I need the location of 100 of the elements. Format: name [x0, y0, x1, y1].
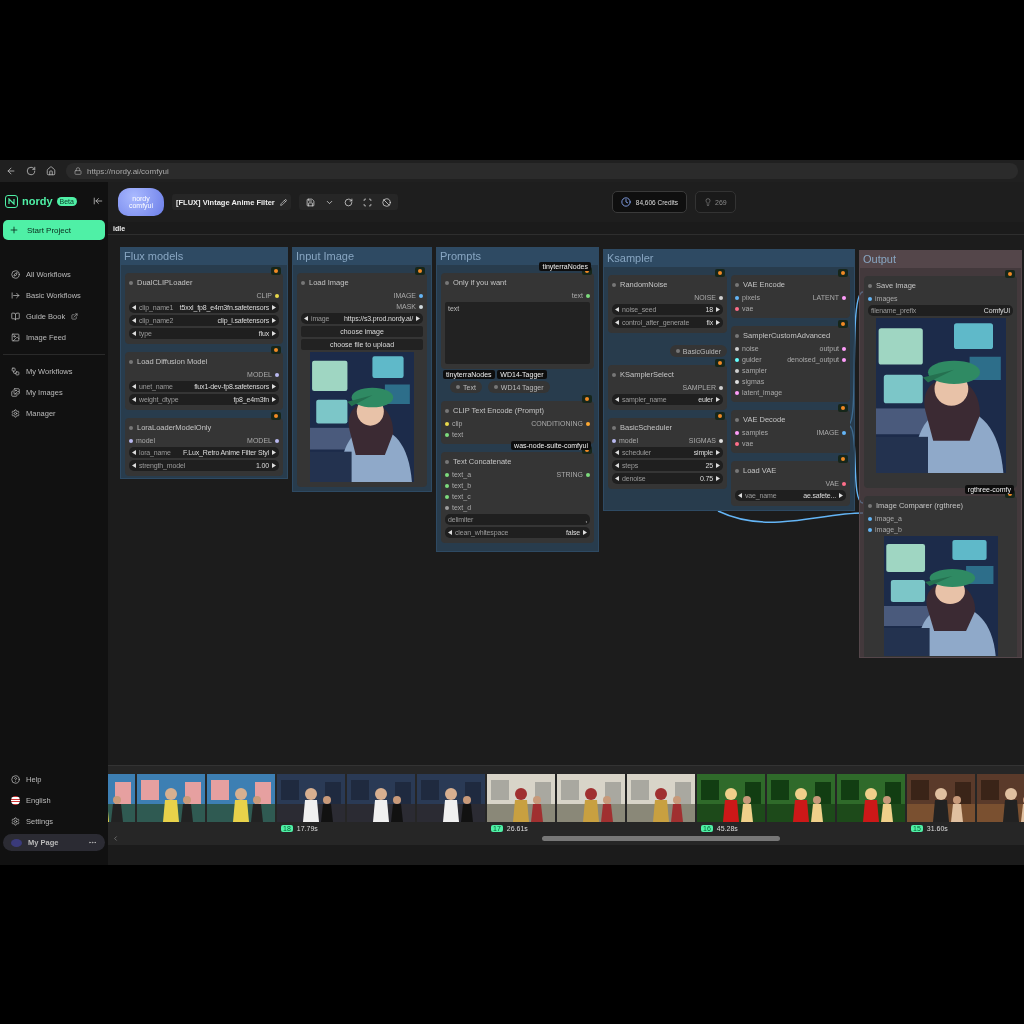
- url-text: https://nordy.ai/comfyui: [87, 166, 169, 176]
- port-dot[interactable]: [586, 293, 590, 298]
- arrow-right-icon[interactable]: [716, 397, 720, 402]
- arrow-left-icon[interactable]: [132, 397, 136, 402]
- arrow-right-icon[interactable]: [716, 463, 720, 468]
- port-dot[interactable]: [719, 295, 723, 300]
- group-title[interactable]: Prompts: [437, 248, 598, 265]
- group-title[interactable]: Input Image: [293, 248, 431, 265]
- badge-icon: [715, 412, 725, 420]
- port-dot[interactable]: [275, 293, 279, 298]
- arrow-left-icon[interactable]: [132, 463, 136, 468]
- port-dot[interactable]: [612, 438, 616, 443]
- arrow-left-icon[interactable]: [615, 463, 619, 468]
- lock-icon: [74, 167, 82, 175]
- port-dot[interactable]: [735, 357, 739, 362]
- dot-icon: [735, 417, 739, 422]
- port-dot[interactable]: [842, 430, 846, 435]
- port-dot[interactable]: [586, 421, 590, 426]
- lightbulb-icon: [704, 198, 713, 206]
- port-dot[interactable]: [735, 368, 739, 373]
- scroll-left-icon[interactable]: [112, 835, 119, 842]
- arrow-right-icon[interactable]: [272, 450, 276, 455]
- badge-icon: [271, 412, 281, 420]
- dot-icon: [735, 468, 739, 473]
- arrow-left-icon[interactable]: [132, 331, 136, 336]
- port-dot[interactable]: [445, 483, 449, 488]
- arrow-right-icon[interactable]: [272, 305, 276, 310]
- arrow-right-icon[interactable]: [416, 316, 420, 321]
- more-icon[interactable]: [88, 838, 97, 847]
- arrow-left-icon[interactable]: [304, 316, 308, 321]
- badge-icon: [271, 346, 281, 354]
- home-icon[interactable]: [46, 166, 56, 176]
- port-dot[interactable]: [445, 472, 449, 477]
- arrow-right-icon[interactable]: [716, 320, 720, 325]
- port-dot[interactable]: [842, 346, 846, 351]
- collapse-icon[interactable]: [93, 196, 103, 206]
- arrow-right-icon[interactable]: [272, 397, 276, 402]
- port-dot[interactable]: [842, 295, 846, 300]
- port-dot[interactable]: [445, 505, 449, 510]
- port-dot[interactable]: [735, 346, 739, 351]
- arrow-right-icon[interactable]: [272, 318, 276, 323]
- port-dot[interactable]: [735, 441, 739, 446]
- arrow-left-icon[interactable]: [615, 320, 619, 325]
- dot-icon: [612, 425, 616, 430]
- dot-icon: [612, 372, 616, 377]
- port-dot[interactable]: [419, 293, 423, 298]
- address-bar[interactable]: https://nordy.ai/comfyui: [66, 163, 1018, 179]
- port-dot[interactable]: [445, 494, 449, 499]
- arrow-left-icon[interactable]: [132, 450, 136, 455]
- port-dot[interactable]: [445, 421, 449, 426]
- badge-icon: [838, 320, 848, 328]
- scrollbar-thumb[interactable]: [542, 836, 780, 841]
- nav-icon: [11, 270, 20, 279]
- port-dot[interactable]: [719, 385, 723, 390]
- dot-icon: [493, 385, 498, 389]
- back-icon[interactable]: [6, 166, 16, 176]
- arrow-left-icon[interactable]: [615, 476, 619, 481]
- arrow-right-icon[interactable]: [272, 384, 276, 389]
- port-dot[interactable]: [445, 432, 449, 437]
- port-dot[interactable]: [735, 306, 739, 311]
- arrow-right-icon[interactable]: [716, 450, 720, 455]
- arrow-right-icon[interactable]: [272, 463, 276, 468]
- arrow-right-icon[interactable]: [839, 493, 843, 498]
- reload-icon[interactable]: [26, 166, 36, 176]
- arrow-left-icon[interactable]: [615, 450, 619, 455]
- group-title[interactable]: Flux models: [121, 248, 287, 265]
- group-title[interactable]: Ksampler: [604, 250, 854, 267]
- port-dot[interactable]: [842, 357, 846, 362]
- port-dot[interactable]: [868, 527, 872, 532]
- badge-icon: [271, 267, 281, 275]
- port-dot[interactable]: [129, 438, 133, 443]
- arrow-left-icon[interactable]: [615, 397, 619, 402]
- arrow-left-icon[interactable]: [448, 530, 452, 535]
- port-dot[interactable]: [735, 390, 739, 395]
- arrow-left-icon[interactable]: [132, 318, 136, 323]
- port-dot[interactable]: [275, 372, 279, 377]
- nav-icon: [11, 388, 20, 397]
- badge-icon: [715, 269, 725, 277]
- port-dot[interactable]: [735, 379, 739, 384]
- dot-icon: [129, 359, 133, 364]
- arrow-right-icon[interactable]: [272, 331, 276, 336]
- arrow-left-icon[interactable]: [132, 305, 136, 310]
- port-dot[interactable]: [719, 438, 723, 443]
- group-title[interactable]: Output: [860, 251, 1021, 268]
- arrow-left-icon[interactable]: [132, 384, 136, 389]
- arrow-left-icon[interactable]: [615, 307, 619, 312]
- badge-icon: [582, 395, 592, 403]
- arrow-right-icon[interactable]: [583, 530, 587, 535]
- port-dot[interactable]: [586, 472, 590, 477]
- port-dot[interactable]: [868, 296, 872, 301]
- port-dot[interactable]: [842, 481, 846, 486]
- port-dot[interactable]: [419, 304, 423, 309]
- arrow-left-icon[interactable]: [738, 493, 742, 498]
- arrow-right-icon[interactable]: [716, 307, 720, 312]
- port-dot[interactable]: [735, 295, 739, 300]
- port-dot[interactable]: [868, 516, 872, 521]
- start-project-button[interactable]: Start Project: [3, 220, 105, 240]
- port-dot[interactable]: [735, 430, 739, 435]
- arrow-right-icon[interactable]: [716, 476, 720, 481]
- port-dot[interactable]: [275, 438, 279, 443]
